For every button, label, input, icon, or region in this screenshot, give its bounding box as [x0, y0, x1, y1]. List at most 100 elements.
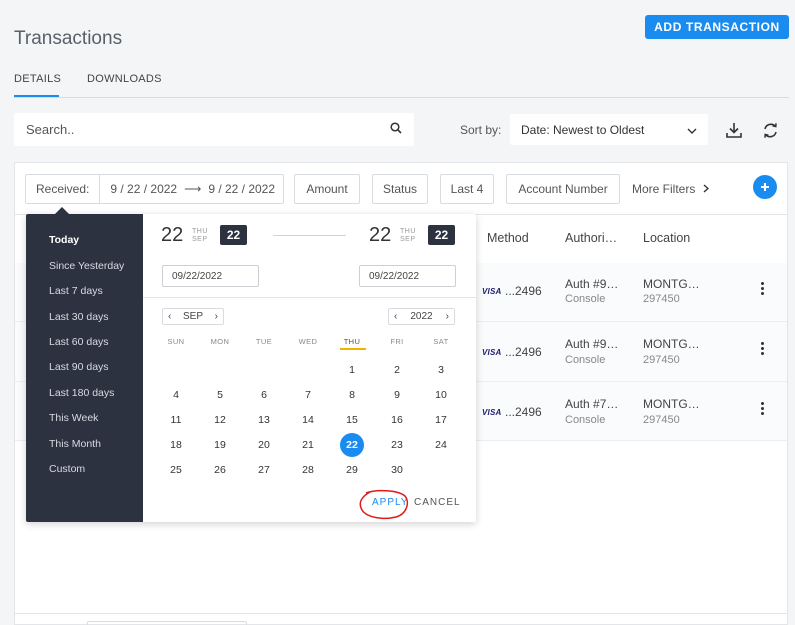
start-month: SEP [192, 236, 208, 243]
more-filters-button[interactable]: More Filters [632, 182, 710, 196]
calendar-day[interactable]: 26 [208, 458, 232, 482]
sort-select[interactable]: Date: Newest to Oldest [510, 114, 708, 145]
search-bar[interactable]: Search.. [14, 113, 414, 146]
next-year-button[interactable]: › [446, 311, 449, 322]
auth-source: Console [565, 293, 606, 305]
calendar-day[interactable]: 19 [208, 433, 232, 457]
kebab-icon[interactable] [759, 342, 765, 355]
end-dow-month: THU SEP [400, 228, 416, 244]
calendar-day[interactable]: 17 [429, 408, 453, 432]
last4-filter[interactable]: Last 4 [440, 174, 494, 204]
column-header-method[interactable]: Method [487, 231, 529, 245]
calendar-day[interactable]: 12 [208, 408, 232, 432]
location-name: MONTG… [643, 337, 700, 351]
auth-source: Console [565, 414, 606, 426]
location-name: MONTG… [643, 397, 700, 411]
calendar-day[interactable]: 27 [252, 458, 276, 482]
calendar-day[interactable]: 16 [385, 408, 409, 432]
calendar-day[interactable]: 15 [340, 408, 364, 432]
calendar-day[interactable]: 8 [340, 383, 364, 407]
preset-since-yesterday[interactable]: Since Yesterday [49, 260, 124, 272]
column-header-authorization[interactable]: Authori… [565, 231, 617, 245]
location-code: 297450 [643, 414, 680, 426]
calendar-day[interactable]: 4 [164, 383, 188, 407]
more-filters-label: More Filters [632, 182, 696, 196]
weekday-header: FRI [390, 337, 404, 346]
tab-details[interactable]: DETAILS [14, 73, 61, 85]
month-navigator: ‹ SEP › [162, 308, 224, 325]
weekday-header: MON [210, 337, 230, 346]
calendar-day[interactable]: 3 [429, 358, 453, 382]
preset-custom[interactable]: Custom [49, 463, 85, 475]
amount-filter[interactable]: Amount [294, 174, 360, 204]
calendar-day[interactable]: 9 [385, 383, 409, 407]
column-header-location[interactable]: Location [643, 231, 690, 245]
calendar-day[interactable]: 25 [164, 458, 188, 482]
status-filter[interactable]: Status [372, 174, 428, 204]
calendar-day-selected[interactable]: 22 [340, 433, 364, 457]
calendar-day[interactable]: 2 [385, 358, 409, 382]
end-day: 22 [369, 224, 392, 246]
calendar-day[interactable]: 10 [429, 383, 453, 407]
year-label: 2022 [410, 311, 433, 322]
received-to: 9 / 22 / 2022 [208, 182, 276, 196]
calendar-day[interactable]: 18 [164, 433, 188, 457]
preset-last-30-days[interactable]: Last 30 days [49, 311, 109, 323]
preset-today[interactable]: Today [49, 234, 79, 246]
end-date-input[interactable]: 09/22/2022 [359, 265, 456, 287]
weekday-header: TUE [255, 337, 273, 346]
tab-downloads[interactable]: DOWNLOADS [87, 73, 162, 85]
calendar-day[interactable]: 7 [296, 383, 320, 407]
calendar-day[interactable]: 13 [252, 408, 276, 432]
calendar-day[interactable]: 20 [252, 433, 276, 457]
cancel-button[interactable]: CANCEL [414, 497, 461, 508]
preset-this-week[interactable]: This Week [49, 412, 98, 424]
apply-annotation-circle [359, 489, 408, 520]
preset-this-month[interactable]: This Month [49, 438, 101, 450]
refresh-icon[interactable] [759, 119, 781, 141]
calendar-day[interactable]: 21 [296, 433, 320, 457]
end-month: SEP [400, 236, 416, 243]
sort-value: Date: Newest to Oldest [521, 122, 645, 137]
tabs-divider [14, 97, 789, 98]
preset-last-180-days[interactable]: Last 180 days [49, 387, 114, 399]
calendar-day[interactable]: 11 [164, 408, 188, 432]
preset-last-60-days[interactable]: Last 60 days [49, 336, 109, 348]
card-last-four: ...2496 [505, 405, 542, 419]
kebab-icon[interactable] [759, 402, 765, 415]
page-size-select[interactable] [87, 621, 247, 625]
received-from: 9 / 22 / 2022 [110, 182, 178, 196]
account-number-filter[interactable]: Account Number [506, 174, 620, 204]
calendar-day[interactable]: 24 [429, 433, 453, 457]
received-label: Received: [26, 175, 101, 203]
received-date-filter[interactable]: Received: 9 / 22 / 2022 ⟶ 9 / 22 / 2022 [25, 174, 284, 204]
search-input[interactable]: Search.. [26, 122, 390, 137]
prev-month-button[interactable]: ‹ [168, 311, 171, 322]
kebab-icon[interactable] [759, 282, 765, 295]
preset-last-7-days[interactable]: Last 7 days [49, 285, 103, 297]
calendar-day[interactable]: 1 [340, 358, 364, 382]
next-month-button[interactable]: › [215, 311, 218, 322]
end-day-badge: 22 [428, 225, 455, 245]
search-icon[interactable] [390, 121, 402, 139]
add-transaction-button[interactable]: ADD TRANSACTION [645, 15, 789, 39]
today-weekday-underline [340, 348, 366, 350]
location-code: 297450 [643, 354, 680, 366]
calendar-day[interactable]: 5 [208, 383, 232, 407]
calendar-day[interactable]: 23 [385, 433, 409, 457]
calendar-day[interactable]: 14 [296, 408, 320, 432]
prev-year-button[interactable]: ‹ [394, 311, 397, 322]
calendar-day[interactable]: 6 [252, 383, 276, 407]
start-dow-month: THU SEP [192, 228, 208, 244]
active-tab-indicator [14, 95, 59, 97]
calendar-day[interactable]: 30 [385, 458, 409, 482]
download-icon[interactable] [723, 119, 745, 141]
card-last-four: ...2496 [505, 284, 542, 298]
chevron-down-icon [687, 123, 697, 137]
start-date-input[interactable]: 09/22/2022 [162, 265, 259, 287]
end-weekday: THU [400, 228, 416, 235]
calendar-day[interactable]: 28 [296, 458, 320, 482]
preset-last-90-days[interactable]: Last 90 days [49, 361, 109, 373]
plus-icon[interactable] [753, 175, 777, 199]
calendar-day[interactable]: 29 [340, 458, 364, 482]
